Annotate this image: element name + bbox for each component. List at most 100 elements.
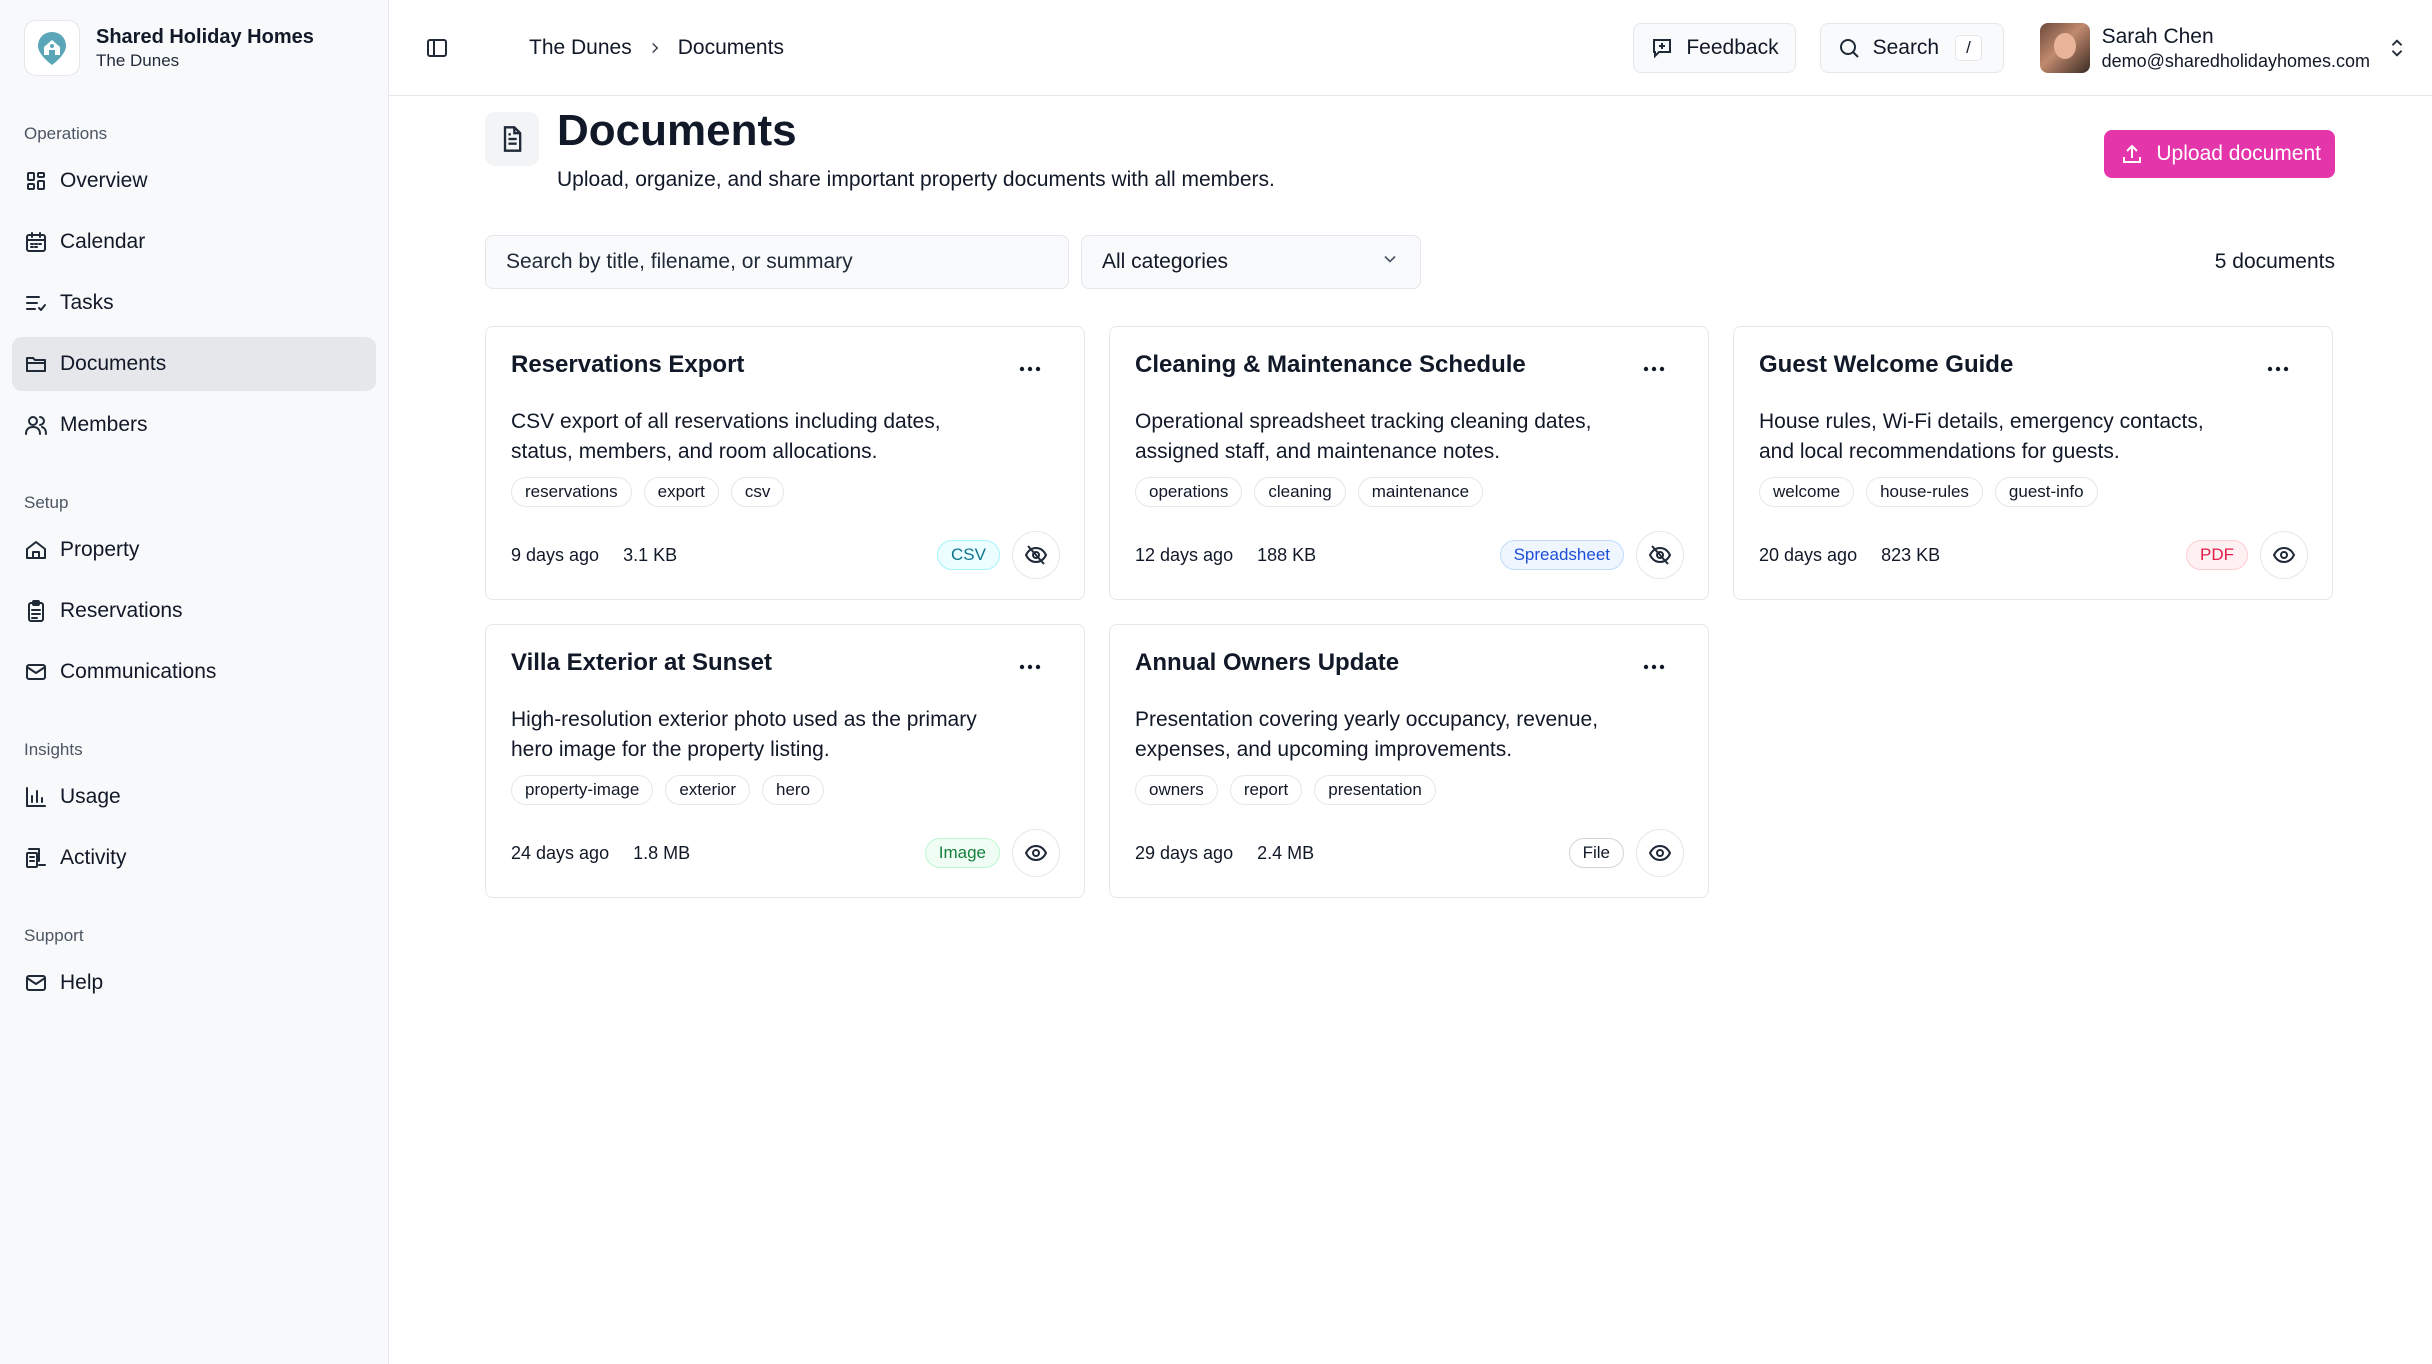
tag[interactable]: guest-info bbox=[1994, 477, 2098, 507]
visibility-toggle-button[interactable] bbox=[1012, 829, 1060, 877]
tag[interactable]: report bbox=[1229, 775, 1303, 805]
more-options-button[interactable] bbox=[2262, 357, 2294, 381]
tag[interactable]: owners bbox=[1135, 775, 1218, 805]
eye-icon bbox=[1648, 841, 1672, 865]
tag[interactable]: exterior bbox=[665, 775, 751, 805]
sidebar-item-label: Calendar bbox=[60, 230, 146, 253]
document-title[interactable]: Villa Exterior at Sunset bbox=[511, 649, 1060, 677]
brand-switcher[interactable]: Shared Holiday Homes The Dunes bbox=[12, 0, 376, 96]
page-subtitle: Upload, organize, and share important pr… bbox=[557, 168, 1275, 191]
more-options-button[interactable] bbox=[1638, 357, 1670, 381]
document-title[interactable]: Reservations Export bbox=[511, 351, 1060, 379]
more-options-button[interactable] bbox=[1014, 655, 1046, 679]
sidebar-item-communications[interactable]: Communications bbox=[12, 645, 376, 699]
breadcrumb-property[interactable]: The Dunes bbox=[529, 36, 632, 60]
upload-label: Upload document bbox=[2156, 142, 2321, 165]
sidebar-item-label: Communications bbox=[60, 660, 217, 683]
document-title[interactable]: Cleaning & Maintenance Schedule bbox=[1135, 351, 1684, 379]
tag[interactable]: welcome bbox=[1759, 477, 1855, 507]
more-options-button[interactable] bbox=[1014, 357, 1046, 381]
ellipsis-icon bbox=[1019, 366, 1041, 372]
feedback-button[interactable]: Feedback bbox=[1633, 23, 1796, 73]
document-card[interactable]: Reservations Export CSV export of all res… bbox=[485, 326, 1085, 600]
search-shortcut: / bbox=[1955, 35, 1982, 61]
sidebar-item-usage[interactable]: Usage bbox=[12, 770, 376, 824]
sidebar-item-overview[interactable]: Overview bbox=[12, 154, 376, 208]
user-menu[interactable]: Sarah Chen demo@sharedholidayhomes.com bbox=[2039, 23, 2408, 73]
eye-icon bbox=[1024, 841, 1048, 865]
tag[interactable]: presentation bbox=[1314, 775, 1436, 805]
tag[interactable]: reservations bbox=[511, 477, 632, 507]
tag[interactable]: maintenance bbox=[1357, 477, 1484, 507]
tag[interactable]: operations bbox=[1135, 477, 1243, 507]
sidebar-item-label: Help bbox=[60, 971, 104, 994]
search-button[interactable]: Search / bbox=[1819, 23, 2004, 73]
sidebar-item-label: Overview bbox=[60, 169, 148, 192]
sidebar-item-label: Usage bbox=[60, 785, 121, 808]
sidebar-item-activity[interactable]: Activity bbox=[12, 831, 376, 885]
sidebar-item-help[interactable]: Help bbox=[12, 956, 376, 1010]
tag[interactable]: property-image bbox=[511, 775, 654, 805]
ellipsis-icon bbox=[1019, 664, 1041, 670]
sidebar-item-calendar[interactable]: Calendar bbox=[12, 215, 376, 269]
document-card[interactable]: Guest Welcome Guide House rules, Wi-Fi de… bbox=[1733, 326, 2333, 600]
document-card[interactable]: Villa Exterior at Sunset High-resolution … bbox=[485, 624, 1085, 898]
sidebar: Shared Holiday Homes The Dunes Operation… bbox=[0, 0, 389, 1364]
main: The Dunes Documents Feedback Search / Sa… bbox=[389, 0, 2432, 1364]
tag-list: operations cleaning maintenance bbox=[1135, 477, 1684, 507]
document-size: 3.1 KB bbox=[623, 544, 678, 565]
document-title[interactable]: Guest Welcome Guide bbox=[1759, 351, 2308, 379]
document-grid: Reservations Export CSV export of all res… bbox=[485, 326, 2432, 898]
ellipsis-icon bbox=[1643, 664, 1665, 670]
document-search-input[interactable] bbox=[485, 235, 1069, 289]
tag[interactable]: house-rules bbox=[1866, 477, 1983, 507]
eye-off-icon bbox=[1648, 543, 1672, 567]
ellipsis-icon bbox=[1643, 366, 1665, 372]
document-size: 2.4 MB bbox=[1257, 842, 1315, 863]
sidebar-item-label: Members bbox=[60, 413, 148, 436]
more-options-button[interactable] bbox=[1638, 655, 1670, 679]
calendar-icon bbox=[24, 230, 48, 254]
tag[interactable]: hero bbox=[762, 775, 825, 805]
breadcrumb: The Dunes Documents bbox=[529, 36, 784, 60]
sidebar-item-property[interactable]: Property bbox=[12, 523, 376, 577]
brand-property: The Dunes bbox=[96, 51, 180, 70]
visibility-toggle-button[interactable] bbox=[2260, 531, 2308, 579]
visibility-toggle-button[interactable] bbox=[1636, 829, 1684, 877]
user-name: Sarah Chen bbox=[2101, 25, 2214, 48]
home-icon bbox=[24, 538, 48, 562]
visibility-toggle-button[interactable] bbox=[1012, 531, 1060, 579]
tag[interactable]: cleaning bbox=[1254, 477, 1346, 507]
document-card[interactable]: Cleaning & Maintenance Schedule Operation… bbox=[1109, 326, 1709, 600]
sidebar-item-documents[interactable]: Documents bbox=[12, 337, 376, 391]
ellipsis-icon bbox=[2267, 366, 2289, 372]
sidebar-section-label: Insights bbox=[24, 740, 83, 759]
folder-icon bbox=[24, 352, 48, 376]
sidebar-item-members[interactable]: Members bbox=[12, 398, 376, 452]
topbar: The Dunes Documents Feedback Search / Sa… bbox=[389, 0, 2432, 96]
sidebar-item-tasks[interactable]: Tasks bbox=[12, 276, 376, 330]
mail-icon bbox=[24, 971, 48, 995]
document-card[interactable]: Annual Owners Update Presentation coverin… bbox=[1109, 624, 1709, 898]
list-check-icon bbox=[24, 291, 48, 315]
visibility-toggle-button[interactable] bbox=[1636, 531, 1684, 579]
file-type-badge: File bbox=[1568, 838, 1624, 868]
tag[interactable]: export bbox=[643, 477, 719, 507]
brand-logo-icon bbox=[24, 20, 80, 76]
breadcrumb-current: Documents bbox=[677, 35, 784, 59]
document-count: 5 documents bbox=[2214, 250, 2335, 273]
file-type-badge: Spreadsheet bbox=[1499, 540, 1624, 570]
grid-icon bbox=[24, 169, 48, 193]
sidebar-toggle-button[interactable] bbox=[415, 26, 459, 70]
panel-left-icon bbox=[427, 38, 447, 57]
feedback-label: Feedback bbox=[1686, 36, 1779, 59]
upload-document-button[interactable]: Upload document bbox=[2104, 130, 2335, 178]
sidebar-item-reservations[interactable]: Reservations bbox=[12, 584, 376, 638]
document-summary: House rules, Wi-Fi details, emergency co… bbox=[1759, 410, 2204, 463]
document-title[interactable]: Annual Owners Update bbox=[1135, 649, 1684, 677]
tag-list: property-image exterior hero bbox=[511, 775, 1060, 805]
document-size: 823 KB bbox=[1881, 544, 1941, 565]
activity-log-icon bbox=[24, 846, 48, 870]
category-select[interactable]: All categories bbox=[1081, 235, 1421, 289]
tag[interactable]: csv bbox=[730, 477, 785, 507]
